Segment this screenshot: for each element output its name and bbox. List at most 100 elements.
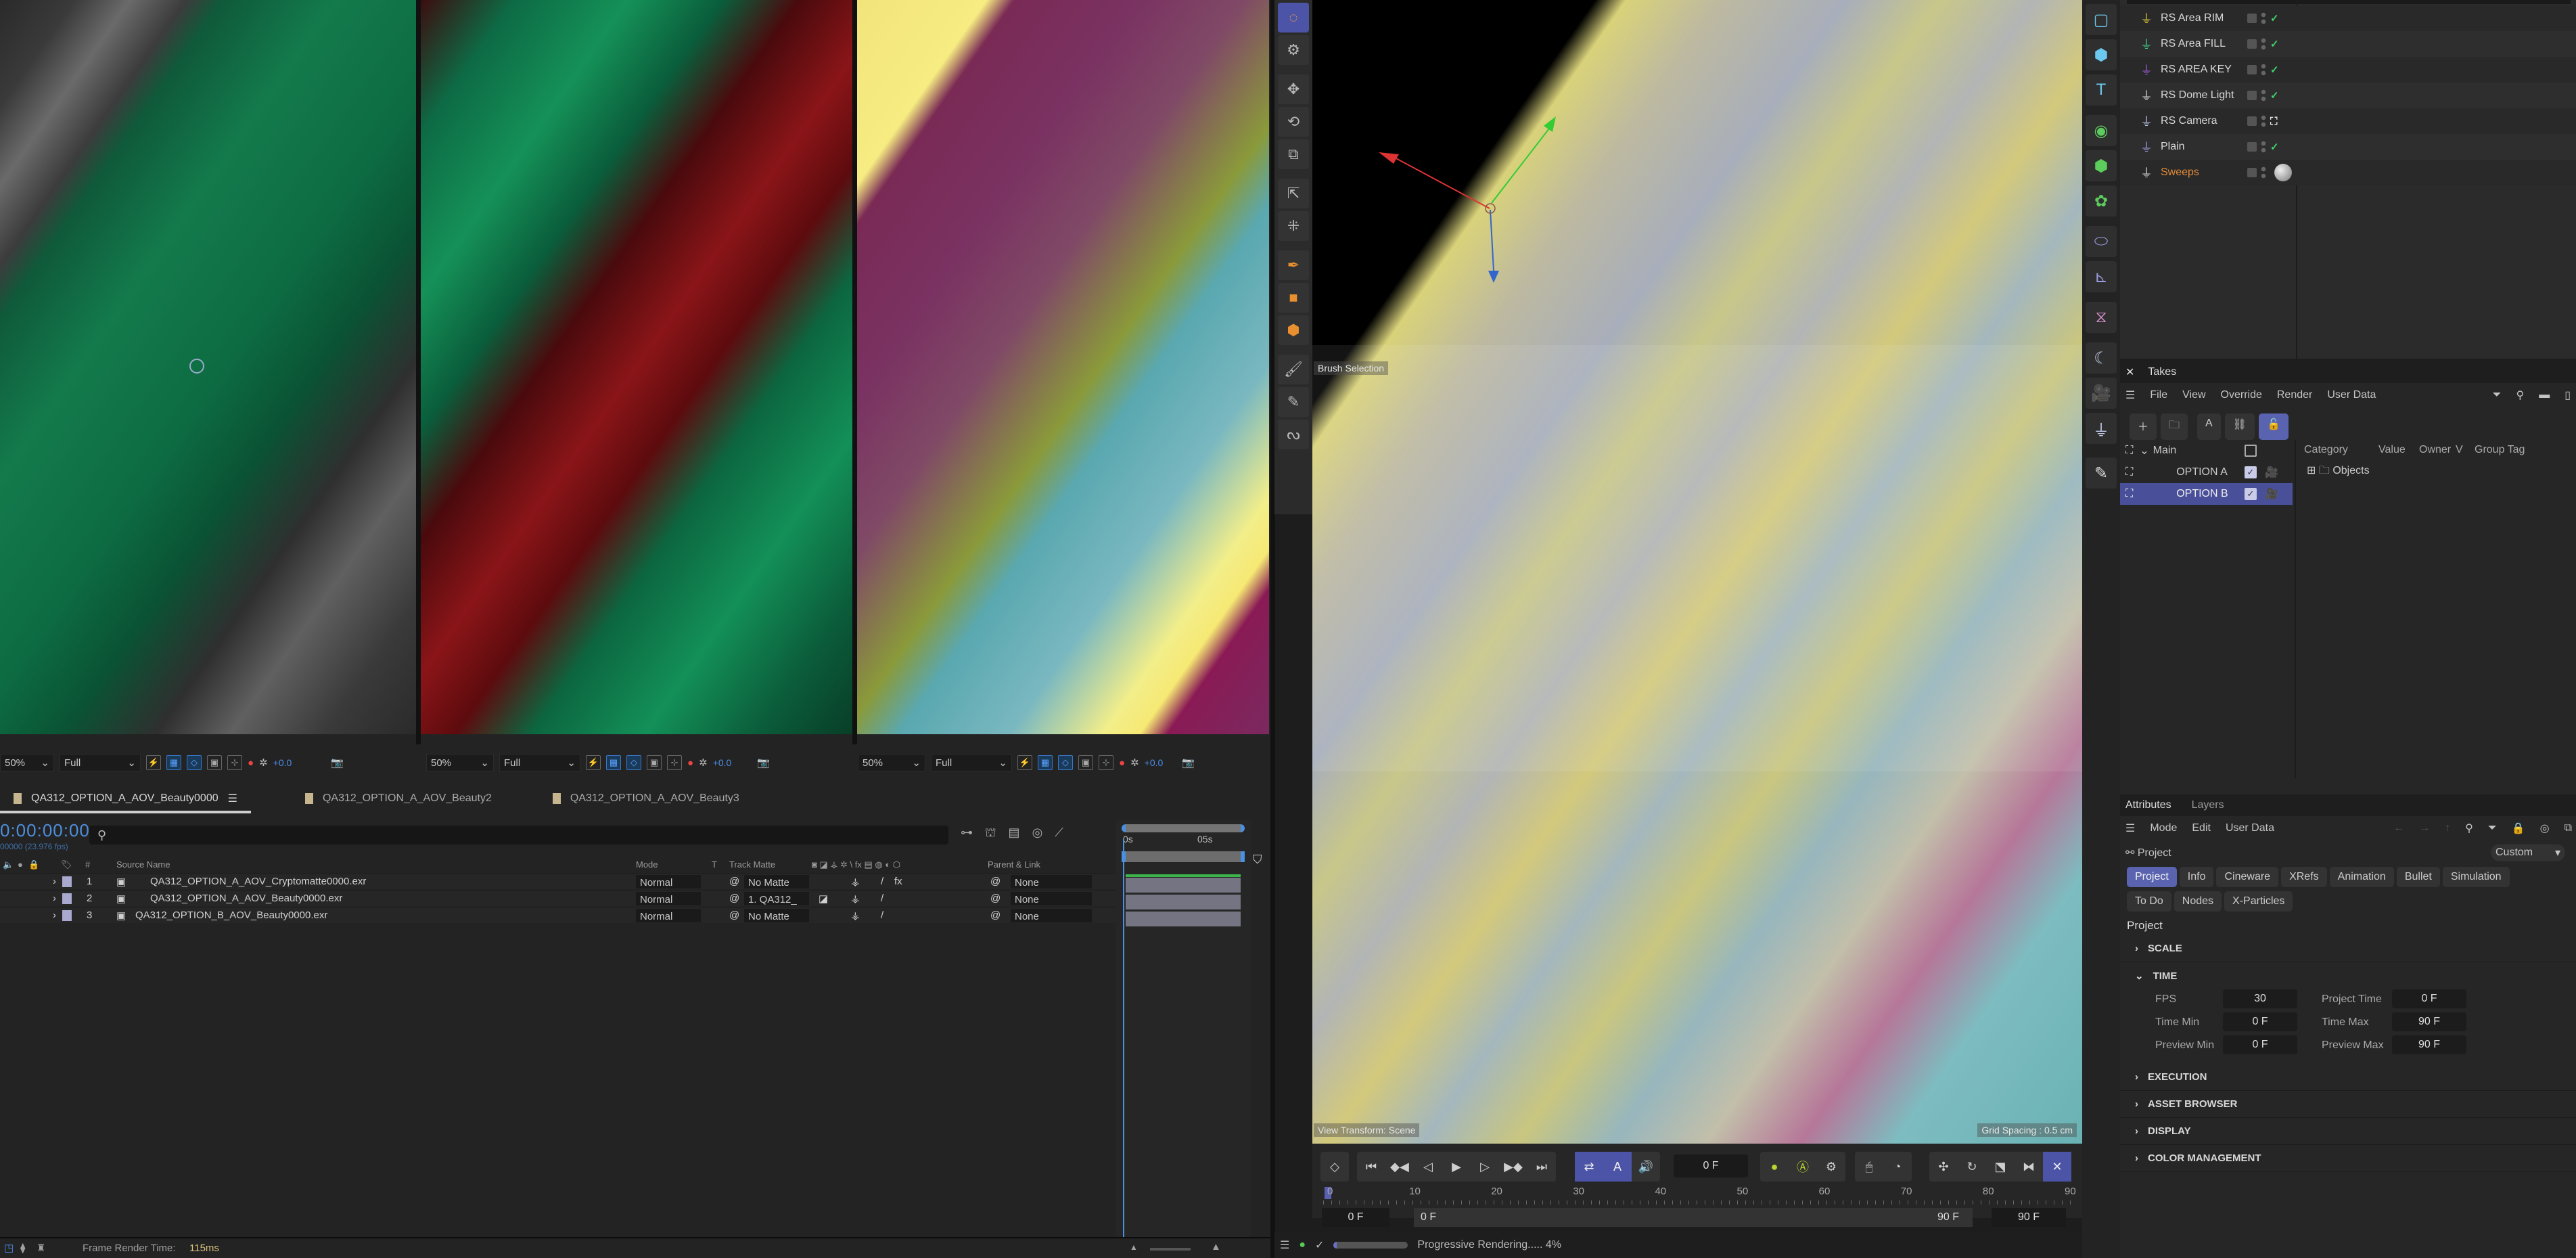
3d-viewport[interactable]: Brush Selection View Transform: Scene Gr…: [1312, 0, 2082, 1144]
expand-chevron-icon[interactable]: ›: [53, 893, 56, 904]
fps-mode-icon[interactable]: A: [1603, 1152, 1632, 1182]
take-target-icon[interactable]: ⛶: [2125, 488, 2133, 500]
time-ruler[interactable]: 0s 05s: [1122, 834, 1245, 849]
frame-ruler[interactable]: 0 10 20 30 40 50 60 70 80 90: [1323, 1186, 2076, 1206]
comp-range-bar[interactable]: [1122, 851, 1245, 862]
project-time-field[interactable]: 0 F: [2392, 989, 2466, 1008]
label-color-swatch[interactable]: [62, 876, 72, 887]
snapshot-icon[interactable]: 📷: [331, 757, 344, 769]
loop-icon[interactable]: ⇄: [1575, 1152, 1603, 1182]
current-time-indicator[interactable]: [1123, 839, 1124, 1238]
take-target-icon[interactable]: ⛶: [2125, 466, 2133, 478]
visibility-dots-icon[interactable]: [2261, 63, 2266, 76]
light-icon[interactable]: ⏚: [2086, 413, 2117, 444]
section-asset-browser[interactable]: › ASSET BROWSER: [2120, 1091, 2576, 1118]
resolution-dropdown[interactable]: Full ⌄: [60, 754, 141, 771]
grid-guides-icon[interactable]: ⊹: [667, 755, 682, 770]
anchor-point-icon[interactable]: [189, 359, 204, 374]
next-frame-icon[interactable]: ▷: [1471, 1152, 1499, 1182]
take-target-icon[interactable]: ⛶: [2125, 445, 2133, 457]
comp-viewer-3[interactable]: [857, 0, 1269, 734]
time-min-field[interactable]: 0 F: [2223, 1012, 2297, 1031]
previous-key-icon[interactable]: ◆◀: [1385, 1152, 1414, 1182]
layer-lock-icon[interactable]: [2247, 39, 2257, 49]
y-axis-handle[interactable]: [1491, 128, 1550, 204]
tab-comp-beauty2[interactable]: QA312_OPTION_A_AOV_Beauty2: [292, 786, 505, 811]
brush-icon[interactable]: 🖌: [1278, 355, 1309, 384]
search-icon[interactable]: ⚲: [2516, 388, 2524, 402]
lock-icon[interactable]: 🔒: [28, 859, 39, 870]
mask-path-icon[interactable]: ◇: [626, 755, 641, 770]
blend-mode-dropdown[interactable]: Normal: [636, 892, 701, 905]
timeline-zoom-slider[interactable]: [1150, 1248, 1191, 1251]
sky-icon[interactable]: ☾: [2086, 342, 2117, 374]
object-name[interactable]: Plain: [2161, 141, 2185, 153]
blend-mode-dropdown[interactable]: Normal: [636, 875, 701, 889]
floor-icon[interactable]: ⊾: [2086, 261, 2117, 292]
go-to-start-icon[interactable]: ⏮: [1357, 1152, 1385, 1182]
add-take-icon[interactable]: ＋: [2130, 413, 2157, 440]
tool-settings-icon[interactable]: ⚙: [1278, 35, 1309, 65]
preview-max-field[interactable]: 90 F: [2392, 1035, 2466, 1054]
camera-icon[interactable]: 🎥: [2086, 378, 2117, 409]
comp-viewer-1[interactable]: [0, 0, 416, 734]
move-icon[interactable]: ✥: [1278, 74, 1309, 104]
time-max-field[interactable]: 90 F: [2392, 1012, 2466, 1031]
hamburger-icon[interactable]: ☰: [2125, 822, 2135, 835]
cloner-icon[interactable]: ⬢: [2086, 150, 2117, 181]
rotation-key-icon[interactable]: ↻: [1958, 1152, 1986, 1182]
visibility-dots-icon[interactable]: [2261, 12, 2266, 25]
parent-dropdown[interactable]: None: [1011, 875, 1092, 889]
take-checkbox[interactable]: [2245, 445, 2257, 457]
take-camera-icon[interactable]: 🎥: [2265, 487, 2278, 501]
object-row[interactable]: ⏚ RS Dome Light ✓: [2120, 83, 2576, 108]
section-color-management[interactable]: › COLOR MANAGEMENT: [2120, 1145, 2576, 1172]
pickwhip-icon[interactable]: @: [990, 909, 1001, 921]
btn-cineware[interactable]: Cineware: [2216, 867, 2279, 887]
shy-icon[interactable]: ⚶: [851, 893, 860, 905]
camera-target-icon[interactable]: ⛶: [2270, 116, 2278, 127]
object-row[interactable]: ⏚ RS Camera ⛶: [2120, 108, 2576, 134]
sketch-icon[interactable]: ᔓ: [1278, 420, 1309, 449]
key-settings-icon[interactable]: ⚙: [1817, 1152, 1845, 1182]
enabled-check-icon[interactable]: ✓: [2270, 12, 2279, 24]
polygon-pen-icon[interactable]: ■: [1278, 283, 1309, 313]
btn-xrefs[interactable]: XRefs: [2281, 867, 2327, 887]
point-level-icon[interactable]: ✕: [2043, 1152, 2071, 1182]
layer-duration-bar[interactable]: [1126, 895, 1241, 909]
exposure-icon[interactable]: ✲: [259, 757, 268, 769]
previous-frame-icon[interactable]: ◁: [1414, 1152, 1442, 1182]
zoom-dropdown[interactable]: 50% ⌄: [426, 754, 494, 771]
object-name[interactable]: RS Dome Light: [2161, 89, 2234, 102]
zoom-dropdown[interactable]: 50% ⌄: [0, 754, 54, 771]
object-row[interactable]: ⏚ RS AREA KEY ✓: [2120, 57, 2576, 83]
region-of-interest-icon[interactable]: ▣: [207, 755, 222, 770]
link-icon[interactable]: ⛓: [2224, 413, 2255, 440]
grid-guides-icon[interactable]: ⊹: [227, 755, 242, 770]
work-area-bar[interactable]: [1122, 824, 1245, 832]
track-matte-dropdown[interactable]: No Matte: [744, 909, 809, 922]
layer-row[interactable]: › 1 ▣ QA312_OPTION_A_AOV_Cryptomatte0000…: [0, 873, 1123, 889]
fast-preview-icon[interactable]: ⚡: [146, 755, 161, 770]
take-checkbox[interactable]: ✓: [2245, 488, 2257, 500]
object-name[interactable]: RS Area FILL: [2161, 38, 2226, 50]
menu-icon[interactable]: ☰: [1280, 1238, 1289, 1252]
record-active-icon[interactable]: ●: [1760, 1152, 1789, 1182]
visibility-dots-icon[interactable]: [2261, 37, 2266, 51]
visibility-dots-icon[interactable]: [2261, 114, 2266, 128]
filter-icon[interactable]: ⏷: [2493, 389, 2502, 401]
frame-blending-icon[interactable]: ▤: [1009, 826, 1020, 842]
range-end-field[interactable]: 90 F: [1992, 1208, 2066, 1227]
current-time-display[interactable]: 0:00:00:00: [0, 820, 90, 841]
preset-dropdown[interactable]: Custom ▾: [2491, 844, 2565, 861]
color-channels-icon[interactable]: ●: [248, 757, 254, 769]
fast-preview-icon[interactable]: ⚡: [586, 755, 601, 770]
btn-project[interactable]: Project: [2127, 867, 2177, 887]
graph-editor-icon[interactable]: ⟋: [1055, 826, 1063, 842]
btn-simulation[interactable]: Simulation: [2442, 867, 2510, 887]
zoom-out-icon[interactable]: ▲: [1130, 1242, 1138, 1252]
layer-lock-icon[interactable]: [2247, 116, 2257, 126]
take-checkbox[interactable]: ✓: [2245, 466, 2257, 478]
layer-lock-icon[interactable]: [2247, 14, 2257, 23]
color-channels-icon[interactable]: ●: [1119, 757, 1125, 769]
